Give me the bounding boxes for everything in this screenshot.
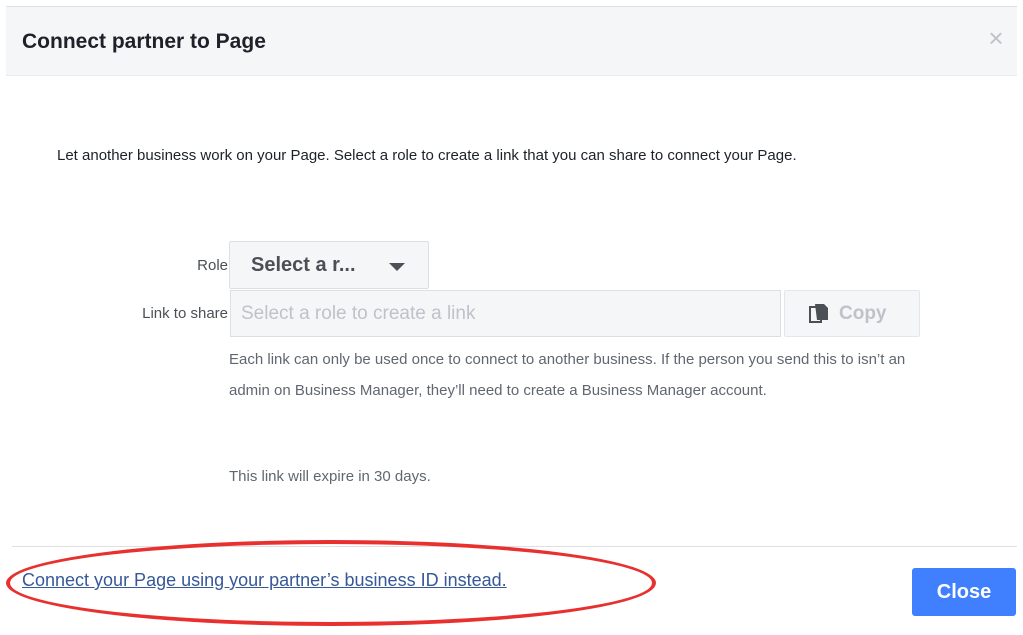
role-select[interactable]: Select a r...	[229, 241, 429, 289]
link-to-share-input[interactable]	[230, 290, 781, 337]
business-id-link[interactable]: Connect your Page using your partner’s b…	[22, 570, 507, 591]
role-select-value: Select a r...	[251, 254, 356, 276]
dialog-header: Connect partner to Page ×	[6, 6, 1017, 76]
connect-partner-dialog: Connect partner to Page × Let another bu…	[0, 0, 1023, 635]
caret-down-icon	[389, 263, 405, 271]
close-button[interactable]: Close	[912, 568, 1016, 616]
link-to-share-label: Link to share	[142, 305, 228, 322]
dialog-title: Connect partner to Page	[22, 30, 266, 53]
intro-text: Let another business work on your Page. …	[57, 147, 797, 164]
close-button-label: Close	[936, 581, 992, 603]
link-expiry-text: This link will expire in 30 days.	[229, 468, 431, 485]
role-label: Role	[197, 257, 228, 274]
copy-button[interactable]: Copy	[784, 290, 920, 337]
close-icon[interactable]: ×	[983, 25, 1009, 51]
copy-label: Copy	[839, 303, 887, 324]
footer-divider	[12, 546, 1017, 547]
link-help-text: Each link can only be used once to conne…	[229, 351, 906, 399]
copy-icon	[809, 304, 828, 323]
